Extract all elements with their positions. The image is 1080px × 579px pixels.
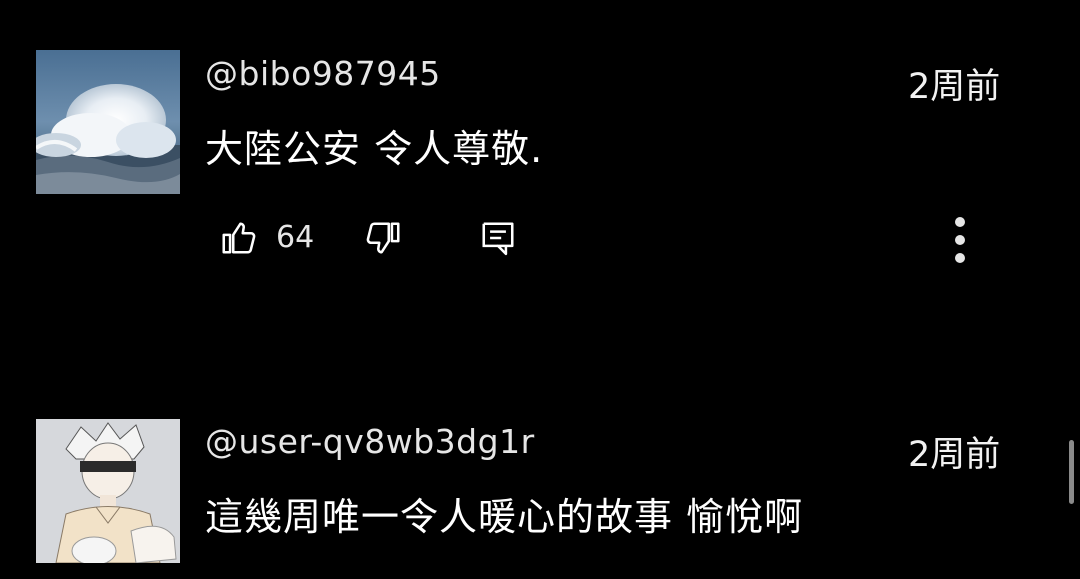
comment-item: @user-qv8wb3dg1r 2周前 這幾周唯一令人暖心的故事 愉悅啊 [0, 0, 1080, 579]
anime-character-avatar-image [36, 419, 180, 563]
scrollbar[interactable] [1069, 440, 1074, 504]
comment-text: 這幾周唯一令人暖心的故事 愉悅啊 [205, 495, 804, 539]
avatar[interactable] [36, 419, 180, 563]
comment-timestamp: 2周前 [908, 435, 1001, 475]
comment-username[interactable]: @user-qv8wb3dg1r [205, 422, 535, 461]
